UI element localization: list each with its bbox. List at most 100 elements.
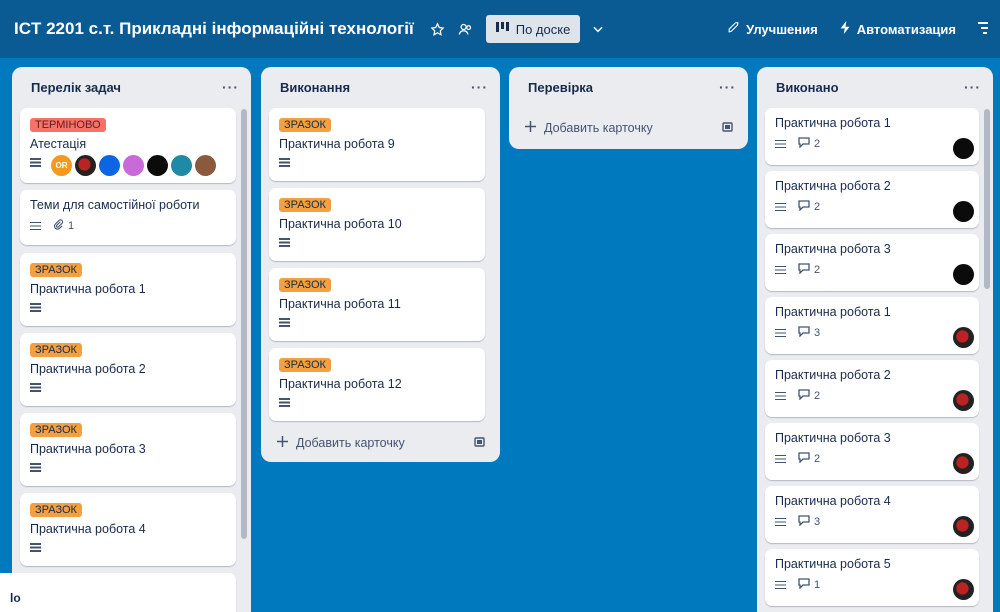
- card[interactable]: ЗРАЗОК Практична робота 11: [269, 268, 485, 341]
- card[interactable]: ЗРАЗОК Практична робота 3: [20, 413, 236, 486]
- comment-count: 2: [814, 390, 821, 402]
- avatar[interactable]: [953, 138, 974, 159]
- power-ups-button[interactable]: Улучшения: [727, 21, 818, 37]
- list-title[interactable]: Виконано: [776, 80, 839, 95]
- avatar[interactable]: [953, 453, 974, 474]
- description-icon: [775, 202, 786, 212]
- card[interactable]: Практична робота 3 2: [765, 234, 979, 291]
- card-badges: 2: [775, 200, 969, 214]
- list-title[interactable]: Перевірка: [528, 80, 593, 95]
- card-title: Практична робота 3: [775, 242, 891, 256]
- card-label: ЗРАЗОК: [30, 503, 82, 517]
- description-icon: [775, 454, 786, 464]
- card[interactable]: Теми для самостійної роботи 1: [20, 190, 236, 245]
- list-menu-icon[interactable]: ···: [471, 79, 488, 95]
- card[interactable]: ЗРАЗОК Практична робота 10: [269, 188, 485, 261]
- card-title: Практична робота 10: [279, 217, 402, 231]
- card[interactable]: Практична робота 5 1: [765, 549, 979, 606]
- card[interactable]: Практична робота 2 2: [765, 171, 979, 228]
- filter-icon[interactable]: [978, 21, 988, 37]
- lightning-icon: [840, 21, 851, 37]
- card-title: Атестація: [30, 137, 87, 151]
- template-icon[interactable]: [474, 436, 486, 451]
- popup-text: lo: [10, 591, 21, 605]
- automation-button[interactable]: Автоматизация: [840, 21, 956, 37]
- list-title[interactable]: Перелік задач: [31, 80, 121, 95]
- card-label: ЗРАЗОК: [279, 358, 331, 372]
- card-title: Практична робота 9: [279, 137, 395, 151]
- avatar[interactable]: [171, 155, 192, 176]
- board-view-icon: [495, 21, 510, 37]
- card-title: Практична робота 12: [279, 377, 402, 391]
- card[interactable]: Практична робота 3 2: [765, 423, 979, 480]
- add-card-button[interactable]: Добавить карточку: [525, 121, 653, 135]
- card[interactable]: ЗРАЗОК Практична робота 4: [20, 493, 236, 566]
- comment-badge: 3: [798, 515, 820, 529]
- list-menu-icon[interactable]: ···: [719, 79, 736, 95]
- card-badges: [30, 383, 226, 392]
- avatar[interactable]: OR: [51, 155, 72, 176]
- avatar[interactable]: [147, 155, 168, 176]
- card[interactable]: ТЕРМІНОВО Атестація OR: [20, 108, 236, 183]
- board-view-button[interactable]: По доске: [485, 15, 581, 43]
- description-icon: [775, 139, 786, 149]
- automation-label: Автоматизация: [856, 21, 956, 37]
- description-icon: [30, 383, 41, 392]
- description-icon: [30, 543, 41, 552]
- card-title: Практична робота 2: [30, 362, 146, 376]
- avatar[interactable]: [953, 264, 974, 285]
- description-icon: [30, 158, 41, 167]
- avatar[interactable]: [953, 516, 974, 537]
- comment-icon: [798, 389, 810, 403]
- card-badges: 2: [775, 263, 969, 277]
- card[interactable]: Практична робота 4 3: [765, 486, 979, 543]
- chevron-down-icon[interactable]: [584, 15, 612, 43]
- card-badges: 3: [775, 515, 969, 529]
- board-view-label: По доске: [515, 21, 571, 37]
- comment-count: 3: [814, 327, 821, 339]
- description-icon: [775, 328, 786, 338]
- list-menu-icon[interactable]: ···: [222, 79, 239, 95]
- list-menu-icon[interactable]: ···: [964, 79, 981, 95]
- avatar[interactable]: [99, 155, 120, 176]
- avatar[interactable]: [123, 155, 144, 176]
- board-title[interactable]: ICT 2201 с.т. Прикладні інформаційні тех…: [14, 19, 414, 39]
- avatar[interactable]: [953, 390, 974, 411]
- comment-badge: 2: [798, 137, 820, 151]
- avatar[interactable]: [75, 155, 96, 176]
- card[interactable]: Практична робота 1 3: [765, 297, 979, 354]
- card-label: ЗРАЗОК: [30, 263, 82, 277]
- comment-count: 1: [814, 579, 821, 591]
- card[interactable]: ЗРАЗОК Практична робота 1: [20, 253, 236, 326]
- card-badges: [279, 318, 475, 327]
- card[interactable]: ЗРАЗОК Практична робота 2: [20, 333, 236, 406]
- list-scrollbar[interactable]: [984, 109, 990, 289]
- card[interactable]: Практична робота 1 2: [765, 108, 979, 165]
- card-label: ЗРАЗОК: [279, 278, 331, 292]
- visibility-icon[interactable]: [452, 15, 480, 43]
- card-badges: 1: [30, 219, 226, 233]
- avatar[interactable]: [953, 201, 974, 222]
- card[interactable]: Практична робота 2 2: [765, 360, 979, 417]
- plus-icon: [525, 121, 536, 135]
- list-header: Перевірка ···: [509, 67, 748, 107]
- card[interactable]: ЗРАЗОК Практична робота 12: [269, 348, 485, 421]
- card-title: Практична робота 1: [775, 116, 891, 130]
- card-title: Практична робота 5: [775, 557, 891, 571]
- template-icon[interactable]: [722, 121, 734, 136]
- avatar[interactable]: [195, 155, 216, 176]
- avatar[interactable]: [953, 579, 974, 600]
- avatar[interactable]: [953, 327, 974, 348]
- list-title[interactable]: Виконання: [280, 80, 350, 95]
- card-title: Практична робота 4: [30, 522, 146, 536]
- star-icon[interactable]: [424, 15, 452, 43]
- comment-badge: 2: [798, 263, 820, 277]
- card-badges: [30, 303, 226, 312]
- description-icon: [279, 398, 290, 407]
- card-label: ЗРАЗОК: [279, 118, 331, 132]
- card[interactable]: ЗРАЗОК Практична робота 9: [269, 108, 485, 181]
- comment-badge: 2: [798, 200, 820, 214]
- comment-count: 2: [814, 264, 821, 276]
- list-scrollbar[interactable]: [241, 109, 247, 539]
- add-card-button[interactable]: Добавить карточку: [277, 436, 405, 450]
